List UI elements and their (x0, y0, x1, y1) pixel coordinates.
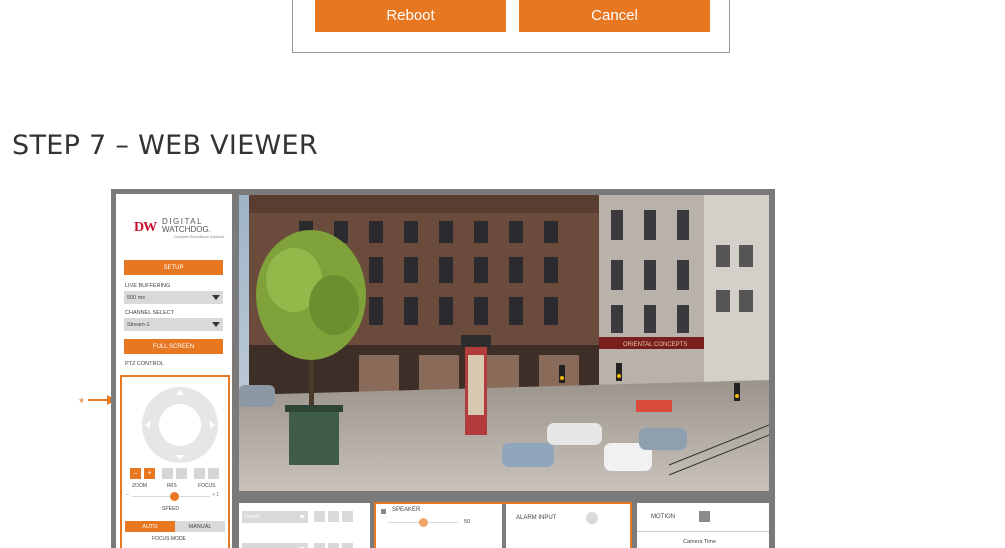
motion-divider (637, 531, 769, 532)
zoom-in-button[interactable]: + (144, 468, 155, 479)
pan-up-icon[interactable] (176, 390, 184, 395)
cancel-button[interactable]: Cancel (519, 0, 710, 32)
zoom-label: ZOOM (132, 483, 147, 489)
ptz-joystick[interactable] (142, 387, 218, 463)
focus-auto-button[interactable]: AUTO (125, 521, 175, 532)
focus-mode-label: FOCUS MODE (152, 536, 186, 542)
speed-max-label: + 1 (212, 492, 220, 498)
pan-down-icon[interactable] (176, 455, 184, 460)
motion-indicator-icon (699, 511, 710, 522)
street-scene-image: ORIENTAL CONCEPTS (239, 195, 769, 491)
step-heading: STEP 7 – WEB VIEWER (12, 130, 318, 161)
digital-watchdog-logo: DW DIGITAL WATCHDOG. Complete Surveillan… (134, 216, 229, 240)
web-viewer-screenshot: DW DIGITAL WATCHDOG. Complete Surveillan… (111, 189, 775, 548)
speed-slider-knob[interactable] (170, 492, 180, 501)
live-buffering-value: 500 ms (127, 294, 146, 301)
shop-sign-text: ORIENTAL CONCEPTS (623, 342, 687, 348)
viewer-sidebar: DW DIGITAL WATCHDOG. Complete Surveillan… (116, 194, 232, 548)
preset-action-button[interactable] (314, 543, 325, 548)
annotation-marker: * (79, 395, 85, 410)
iris-close-button[interactable] (162, 468, 173, 479)
ptz-control-panel: – + ZOOM IRIS FOCUS – + 1 SPEED AUTO MAN… (120, 375, 230, 548)
preset-panel: Preset (239, 503, 370, 548)
channel-select-value: Stream-1 (127, 321, 150, 328)
caret-down-icon (212, 295, 220, 300)
preset-action-button[interactable] (328, 543, 339, 548)
zoom-out-button[interactable]: – (130, 468, 141, 479)
channel-select-label: CHANNEL SELECT (125, 310, 175, 316)
audio-alarm-highlight (374, 502, 632, 548)
preset-select-2[interactable] (242, 543, 308, 548)
camera-time-label: Camera Time (683, 539, 717, 545)
logo-line2: WATCHDOG. (162, 225, 211, 234)
pan-right-icon[interactable] (210, 421, 215, 429)
focus-far-button[interactable] (208, 468, 219, 479)
iris-label: IRIS (167, 483, 177, 489)
camera-live-view[interactable]: ORIENTAL CONCEPTS (239, 195, 769, 491)
preset-action-button[interactable] (342, 543, 353, 548)
focus-label: FOCUS (198, 483, 216, 489)
full-screen-button[interactable]: FULL SCREEN (124, 339, 223, 354)
speed-min-label: – (126, 492, 129, 498)
caret-down-icon (299, 515, 305, 519)
preset-select[interactable]: Preset (242, 511, 308, 523)
speed-label: SPEED (162, 506, 179, 512)
preset-delete-button[interactable] (342, 511, 353, 522)
preset-go-button[interactable] (314, 511, 325, 522)
focus-near-button[interactable] (194, 468, 205, 479)
reboot-dialog: Reboot Cancel (292, 0, 730, 53)
live-buffering-select[interactable]: 500 ms (124, 291, 223, 304)
annotation-arrow-line (88, 399, 109, 401)
preset-placeholder: Preset (245, 514, 260, 520)
channel-select[interactable]: Stream-1 (124, 318, 223, 331)
motion-label: MOTION (651, 514, 675, 520)
preset-save-button[interactable] (328, 511, 339, 522)
logo-mark: DW (134, 220, 157, 235)
reboot-button[interactable]: Reboot (315, 0, 506, 32)
ptz-control-label: PTZ CONTROL (125, 361, 164, 367)
iris-open-button[interactable] (176, 468, 187, 479)
setup-button[interactable]: SETUP (124, 260, 223, 275)
motion-panel: MOTION Camera Time (637, 503, 769, 548)
ptz-joystick-center (159, 404, 201, 446)
logo-tagline: Complete Surveillance Solutions (174, 235, 225, 239)
live-buffering-label: LIVE BUFFERING (125, 283, 171, 289)
caret-down-icon (212, 322, 220, 327)
focus-manual-button[interactable]: MANUAL (175, 521, 225, 532)
pan-left-icon[interactable] (145, 421, 150, 429)
